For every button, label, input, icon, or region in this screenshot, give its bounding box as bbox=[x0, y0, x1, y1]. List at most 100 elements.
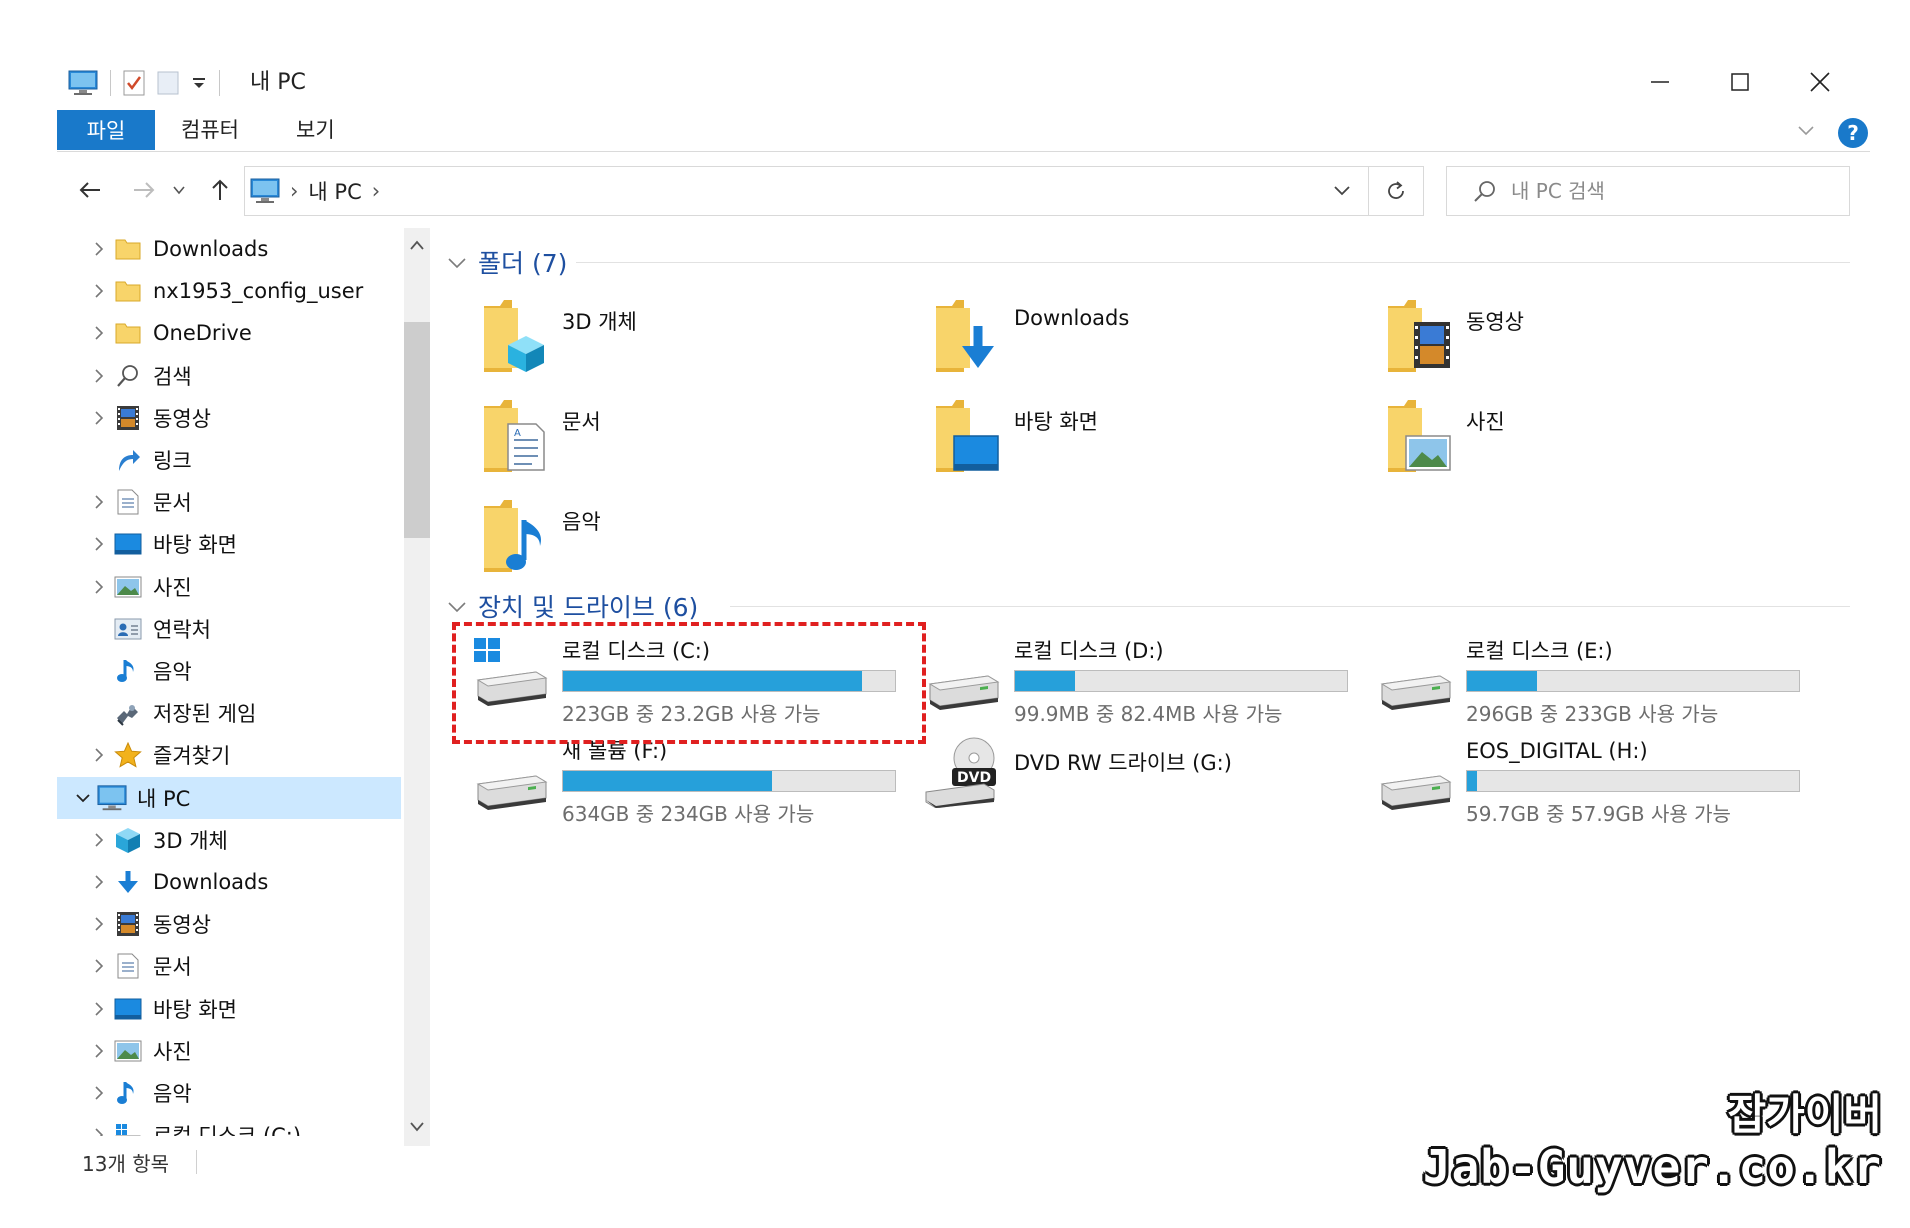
chevron-right-icon[interactable] bbox=[85, 903, 113, 945]
arrow-up-icon bbox=[212, 179, 228, 200]
recent-locations-button[interactable] bbox=[166, 170, 192, 210]
videos-folder-icon bbox=[1386, 298, 1452, 374]
drive-usage-fill bbox=[1015, 671, 1075, 691]
chevron-right-icon[interactable] bbox=[85, 481, 113, 523]
sidebar-item[interactable]: 연락처 bbox=[57, 608, 401, 650]
drive-free-space: 99.9MB 중 82.4MB 사용 가능 bbox=[1014, 702, 1283, 726]
sidebar-item[interactable]: nx1953_config_user bbox=[57, 270, 401, 312]
drive-tile[interactable]: 로컬 디스크 (D:) 99.9MB 중 82.4MB 사용 가능 bbox=[924, 636, 1348, 727]
folder-tile[interactable]: 사진 bbox=[1386, 398, 1505, 474]
scroll-up-button[interactable] bbox=[404, 230, 430, 260]
status-item-count: 13개 항목 bbox=[82, 1152, 170, 1176]
sidebar-item[interactable]: Downloads bbox=[57, 228, 401, 270]
chevron-right-icon[interactable] bbox=[85, 566, 113, 608]
sidebar-item[interactable]: 바탕 화면 bbox=[57, 988, 401, 1030]
drive-tile[interactable]: EOS_DIGITAL (H:) 59.7GB 중 57.9GB 사용 가능 bbox=[1376, 736, 1800, 827]
customize-dropdown-icon[interactable] bbox=[191, 75, 207, 91]
chevron-right-icon[interactable] bbox=[85, 650, 113, 692]
sidebar-item[interactable]: 동영상 bbox=[57, 397, 401, 439]
chevron-down-icon[interactable] bbox=[69, 777, 97, 819]
scroll-down-button[interactable] bbox=[404, 1112, 430, 1142]
sidebar-item[interactable]: 음악 bbox=[57, 1072, 401, 1114]
up-button[interactable] bbox=[202, 170, 238, 210]
back-button[interactable] bbox=[72, 170, 108, 210]
sidebar-item-label: 문서 bbox=[153, 955, 192, 979]
chevron-right-icon[interactable] bbox=[85, 945, 113, 987]
drive-tile[interactable]: 새 볼륨 (F:) 634GB 중 234GB 사용 가능 bbox=[472, 736, 896, 827]
folder-tile[interactable]: 음악 bbox=[482, 498, 601, 574]
chevron-right-icon[interactable] bbox=[85, 355, 113, 397]
folder-yellow-icon bbox=[113, 318, 143, 348]
chevron-right-icon[interactable] bbox=[85, 861, 113, 903]
address-bar[interactable] bbox=[244, 166, 1369, 216]
sidebar-item-label: 링크 bbox=[153, 449, 192, 473]
sidebar-item[interactable]: 사진 bbox=[57, 1030, 401, 1072]
sidebar-item[interactable]: Downloads bbox=[57, 861, 401, 903]
folder-label: Downloads bbox=[1014, 306, 1130, 330]
minimize-button[interactable] bbox=[1636, 60, 1684, 104]
nav-scrollbar-thumb[interactable] bbox=[404, 322, 430, 538]
folder-tile[interactable]: 3D 개체 bbox=[482, 298, 637, 374]
breadcrumb[interactable]: › 내 PC › bbox=[250, 166, 380, 216]
chevron-right-icon[interactable] bbox=[85, 228, 113, 270]
sidebar-item[interactable]: 동영상 bbox=[57, 903, 401, 945]
ribbon-tab-view[interactable]: 보기 bbox=[296, 110, 335, 150]
chevron-right-icon[interactable] bbox=[85, 439, 113, 481]
ribbon-tab-file[interactable]: 파일 bbox=[57, 110, 155, 150]
maximize-button[interactable] bbox=[1716, 60, 1764, 104]
sidebar-item[interactable]: 저장된 게임 bbox=[57, 692, 401, 734]
chevron-right-icon[interactable] bbox=[85, 523, 113, 565]
folder-tile[interactable]: 동영상 bbox=[1386, 298, 1524, 374]
ribbon-tab-computer[interactable]: 컴퓨터 bbox=[181, 110, 239, 150]
breadcrumb-item-this-pc[interactable]: 내 PC bbox=[308, 176, 361, 206]
address-history-button[interactable] bbox=[1332, 180, 1352, 200]
breadcrumb-separator-icon[interactable]: › bbox=[372, 179, 380, 203]
drive-tile[interactable]: DVD DVD RW 드라이브 (G:) bbox=[924, 736, 1232, 808]
drives-group-header[interactable]: 장치 및 드라이브 (6) bbox=[446, 588, 698, 624]
chevron-right-icon[interactable] bbox=[85, 270, 113, 312]
chevron-right-icon[interactable] bbox=[85, 692, 113, 734]
sidebar-item[interactable]: 링크 bbox=[57, 439, 401, 481]
sidebar-item[interactable]: 3D 개체 bbox=[57, 819, 401, 861]
sidebar-item[interactable]: 즐겨찾기 bbox=[57, 734, 401, 776]
refresh-button[interactable] bbox=[1369, 166, 1424, 216]
sidebar-item[interactable]: 문서 bbox=[57, 945, 401, 987]
breadcrumb-separator-icon[interactable]: › bbox=[290, 179, 298, 203]
sidebar-item[interactable]: OneDrive bbox=[57, 312, 401, 354]
sidebar-item[interactable]: 검색 bbox=[57, 355, 401, 397]
folder-tile[interactable]: 바탕 화면 bbox=[934, 398, 1098, 474]
drive-label: DVD RW 드라이브 (G:) bbox=[1014, 751, 1232, 775]
drive-tile[interactable]: 로컬 디스크 (E:) 296GB 중 233GB 사용 가능 bbox=[1376, 636, 1800, 727]
downloads-folder-icon bbox=[934, 298, 1000, 374]
minimize-icon bbox=[1651, 81, 1669, 83]
chevron-right-icon[interactable] bbox=[85, 397, 113, 439]
sidebar-item[interactable]: 내 PC bbox=[57, 777, 401, 819]
sidebar-item[interactable]: 바탕 화면 bbox=[57, 523, 401, 565]
folders-group-header[interactable]: 폴더 (7) bbox=[446, 244, 567, 280]
ribbon-expand-button[interactable] bbox=[1796, 120, 1816, 140]
chevron-right-icon[interactable] bbox=[85, 1030, 113, 1072]
help-button[interactable]: ? bbox=[1838, 118, 1868, 148]
search-input[interactable] bbox=[1511, 179, 1811, 203]
chevron-right-icon[interactable] bbox=[85, 1072, 113, 1114]
drives-group-title: 장치 및 드라이브 (6) bbox=[478, 593, 699, 622]
new-folder-icon[interactable] bbox=[157, 70, 179, 96]
music-icon bbox=[113, 1078, 143, 1108]
search-box[interactable] bbox=[1446, 166, 1850, 216]
chevron-right-icon[interactable] bbox=[85, 312, 113, 354]
sidebar-item[interactable]: 음악 bbox=[57, 650, 401, 692]
properties-check-icon[interactable] bbox=[123, 70, 145, 96]
chevron-right-icon[interactable] bbox=[85, 734, 113, 776]
link-arrow-icon bbox=[113, 445, 143, 475]
folder-tile[interactable]: A 문서 bbox=[482, 398, 601, 474]
folder-tile[interactable]: Downloads bbox=[934, 298, 1129, 374]
sidebar-item[interactable]: 사진 bbox=[57, 566, 401, 608]
forward-button[interactable] bbox=[126, 170, 162, 210]
saved-games-icon bbox=[113, 698, 143, 728]
chevron-right-icon[interactable] bbox=[85, 988, 113, 1030]
close-button[interactable] bbox=[1796, 60, 1844, 104]
chevron-right-icon[interactable] bbox=[85, 608, 113, 650]
sidebar-item[interactable]: 문서 bbox=[57, 481, 401, 523]
folders-group-title: 폴더 (7) bbox=[478, 249, 568, 278]
chevron-right-icon[interactable] bbox=[85, 819, 113, 861]
